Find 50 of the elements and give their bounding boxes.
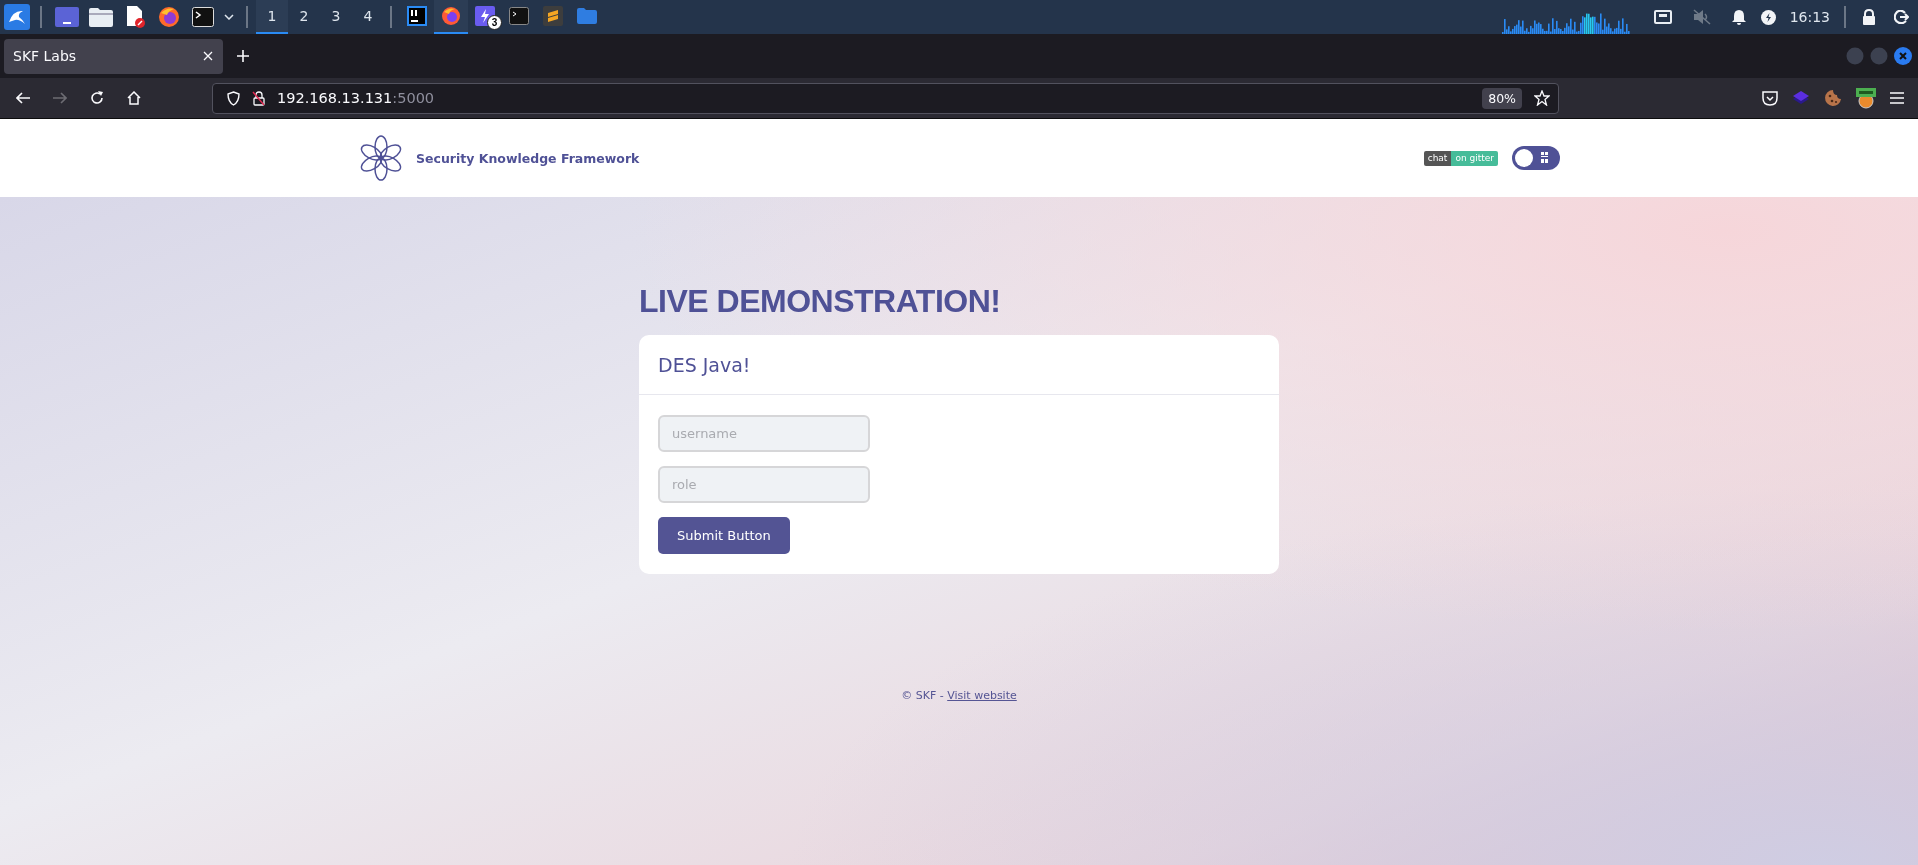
chevron-down-icon[interactable] — [224, 14, 234, 20]
browser-icon[interactable] — [158, 6, 180, 28]
folder-icon[interactable] — [89, 7, 113, 27]
network-icon[interactable] — [1653, 10, 1672, 24]
input-field[interactable]: role — [658, 466, 870, 503]
workspace-tab[interactable]: 2 — [288, 0, 320, 34]
address-bar[interactable]: 192.168.13.131:5000 80% — [212, 82, 1559, 114]
insecure-lock-icon[interactable] — [252, 90, 265, 106]
lock-icon[interactable] — [1862, 9, 1876, 25]
back-arrow-icon[interactable] — [15, 92, 30, 104]
url-host: 192.168.13.131 — [277, 90, 393, 106]
clock-time: 16:13 — [1788, 9, 1831, 25]
menu-icon[interactable] — [1890, 92, 1904, 104]
card-title: DES Java! — [658, 353, 751, 378]
new-tab-icon[interactable] — [237, 50, 249, 62]
burp-extension-icon[interactable] — [1856, 87, 1876, 109]
browser-icon[interactable] — [441, 6, 461, 26]
workspace-tab[interactable]: 4 — [352, 0, 384, 34]
input-field[interactable]: username — [658, 415, 870, 452]
logout-icon[interactable] — [1893, 10, 1909, 24]
bookmark-star-icon[interactable] — [1534, 90, 1550, 106]
document-icon[interactable] — [125, 6, 145, 28]
workspace-tab[interactable]: 3 — [320, 0, 352, 34]
code-editor-icon[interactable] — [407, 6, 427, 26]
page-heading: LIVE DEMONSTRATION! — [639, 282, 1001, 321]
shield-icon[interactable] — [227, 90, 240, 106]
home-icon[interactable] — [126, 91, 141, 105]
theme-toggle[interactable] — [1512, 146, 1560, 170]
flower-logo-icon[interactable] — [358, 135, 404, 181]
close-icon[interactable] — [203, 51, 213, 61]
website-link[interactable]: Visit website — [947, 689, 1017, 702]
footer-text: © SKF - Visit website — [901, 689, 1017, 702]
browser-tab[interactable]: SKF Labs — [4, 38, 223, 74]
reload-icon[interactable] — [89, 91, 104, 105]
text-editor-icon[interactable] — [543, 6, 563, 26]
workspace-tab[interactable]: 1 — [256, 0, 288, 34]
cookie-icon[interactable] — [1824, 89, 1842, 107]
submit-button[interactable]: Submit Button — [658, 517, 790, 554]
pocket-icon[interactable] — [1762, 90, 1778, 106]
power-icon[interactable] — [1761, 9, 1777, 25]
desktop-icon[interactable] — [55, 7, 79, 27]
theme-glyph-icon — [1541, 152, 1549, 164]
close-icon[interactable] — [1894, 47, 1912, 65]
url-port: :5000 — [392, 90, 435, 106]
taskbar-window-button[interactable]: 3 — [468, 0, 502, 34]
site-title[interactable]: Security Knowledge Framework — [416, 150, 640, 166]
muted-speaker-icon[interactable] — [1692, 9, 1711, 25]
zoom-level-button[interactable]: 80% — [1482, 87, 1522, 109]
lightning-app-icon[interactable] — [475, 6, 495, 26]
bell-icon[interactable] — [1731, 9, 1746, 25]
